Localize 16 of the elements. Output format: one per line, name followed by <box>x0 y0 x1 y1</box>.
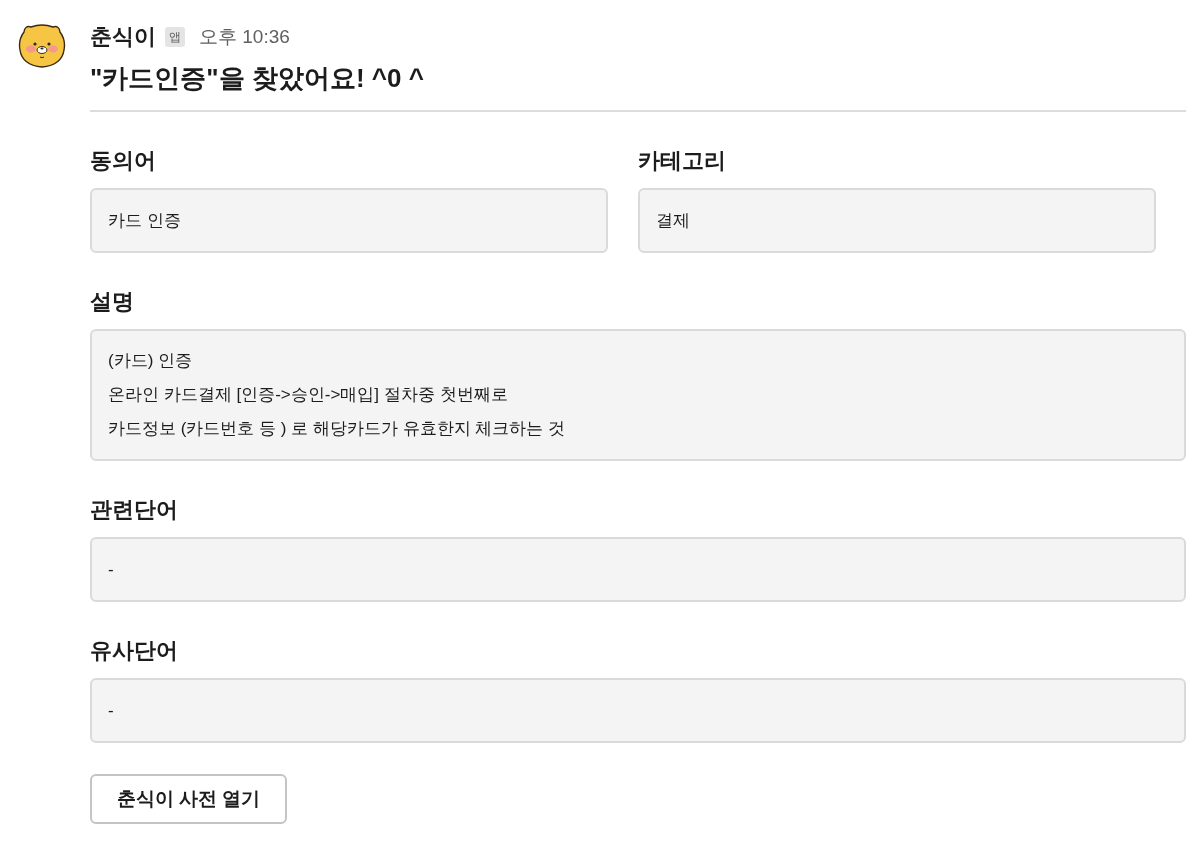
message-title: "카드인증"을 찾았어요! ^0 ^ <box>90 62 425 95</box>
field-label: 유사단어 <box>90 637 179 665</box>
value-field: 결제 <box>638 188 1156 253</box>
sender-name: 춘식이 <box>90 23 156 51</box>
value-field: - <box>90 678 1186 743</box>
field-label: 동의어 <box>90 147 157 175</box>
message-time: 오후 10:36 <box>199 25 290 49</box>
app-badge: 앱 <box>165 27 185 47</box>
field-label: 관련단어 <box>90 496 179 524</box>
field-label: 카테고리 <box>638 147 727 175</box>
description-field: (카드) 인증 온라인 카드결제 [인증->승인->매입] 절차중 첫번째로 카드정보 (카드번호 등 ) 로 해당카드가 유효한지 체크하는 것 <box>90 329 1186 461</box>
cartoon-cat-avatar <box>18 22 66 68</box>
value-field: 카드 인증 <box>90 188 608 253</box>
open-dictionary-button[interactable]: 춘식이 사전 열기 <box>90 774 287 824</box>
value-field: - <box>90 537 1186 602</box>
field-label: 설명 <box>90 288 135 316</box>
